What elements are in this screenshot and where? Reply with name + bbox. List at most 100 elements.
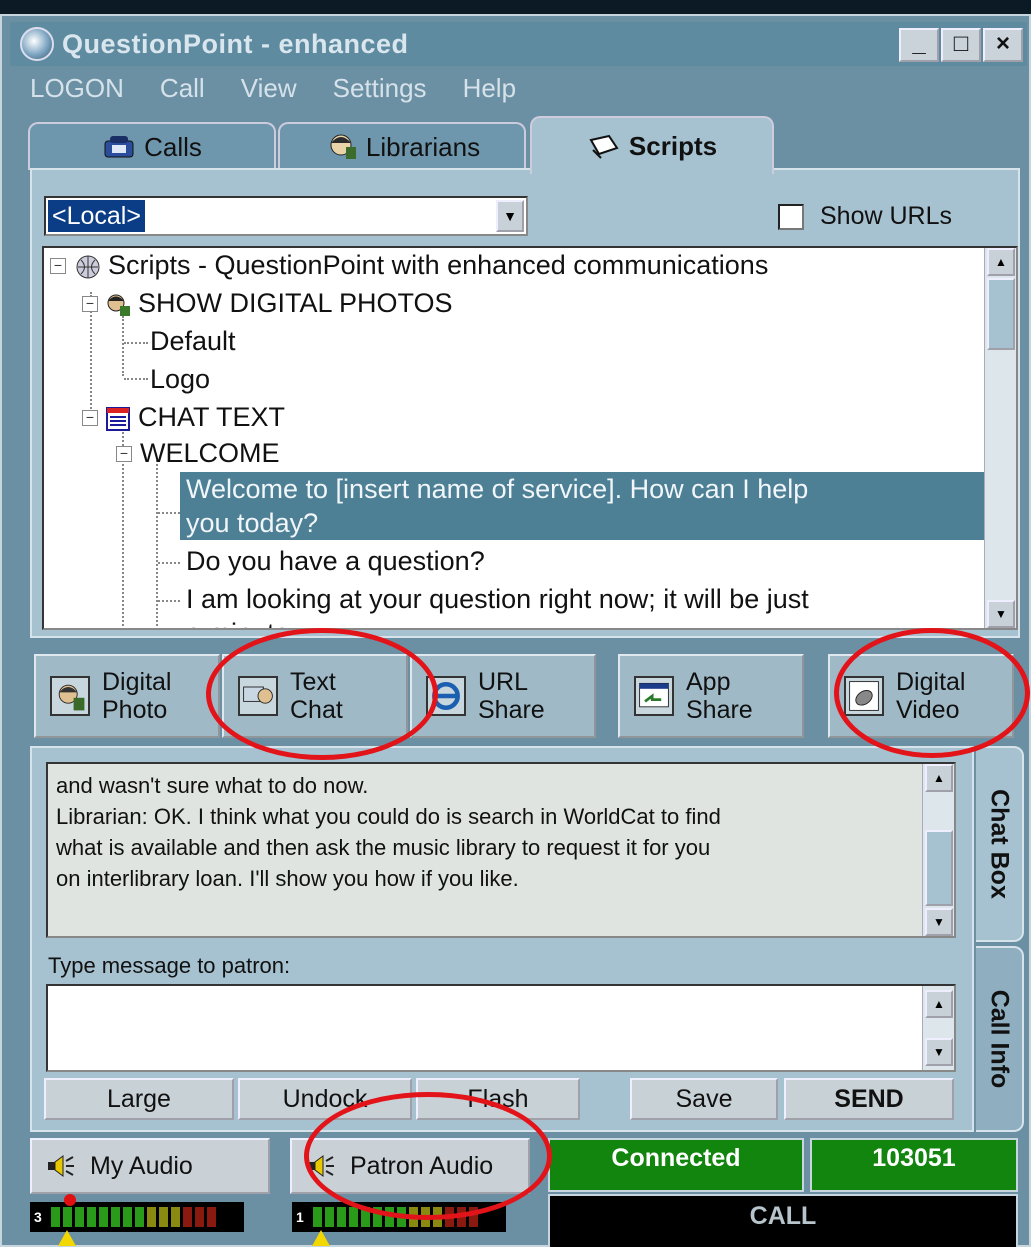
transcript-line: what is available and then ask the music… (56, 835, 711, 860)
tree-root[interactable]: Scripts - QuestionPoint with enhanced co… (74, 248, 768, 282)
text-chat-button[interactable]: Text Chat (222, 654, 408, 738)
tab-chat-box[interactable]: Chat Box (976, 746, 1024, 942)
level-marker-icon[interactable] (58, 1230, 76, 1246)
tree-item-looking[interactable]: I am looking at your question right now;… (186, 582, 809, 628)
tree-connector (122, 316, 124, 376)
undock-button[interactable]: Undock (238, 1078, 412, 1120)
tree-node-chat-text-label: CHAT TEXT (138, 402, 286, 432)
url-share-label: URL Share (478, 668, 545, 724)
video-icon (844, 676, 884, 716)
speaker-icon (48, 1155, 74, 1177)
chat-icon (238, 676, 278, 716)
photo-icon (50, 676, 90, 716)
tab-call-info[interactable]: Call Info (976, 946, 1024, 1132)
tree-item-looking-line2: a minute (186, 616, 809, 628)
tree-root-label: Scripts - QuestionPoint with enhanced co… (108, 250, 769, 280)
tool-buttons: Digital Photo Text Chat URL Share App Share … (30, 650, 1020, 742)
scripts-tree[interactable]: − Scripts - QuestionPoint with enhanced … (42, 246, 1018, 630)
message-input[interactable]: ▲ ▼ (46, 984, 956, 1072)
tree-node-show-photos[interactable]: SHOW DIGITAL PHOTOS (104, 286, 453, 320)
scroll-down-icon[interactable]: ▼ (925, 908, 953, 936)
browser-icon (426, 676, 466, 716)
scroll-thumb[interactable] (925, 830, 953, 906)
phone-icon (104, 136, 134, 158)
app-share-button[interactable]: App Share (618, 654, 804, 738)
url-share-button[interactable]: URL Share (410, 654, 596, 738)
show-urls-checkbox[interactable] (778, 203, 804, 230)
digital-photo-button[interactable]: Digital Photo (34, 654, 220, 738)
tree-scrollbar[interactable]: ▲ ▼ (984, 248, 1016, 628)
tab-calls[interactable]: Calls (28, 122, 276, 170)
tree-connector (158, 562, 180, 564)
transcript-line: and wasn't sure what to do now. (56, 773, 369, 798)
my-audio-label: My Audio (90, 1151, 193, 1180)
tree-connector (156, 460, 158, 628)
digital-photo-label: Digital Photo (102, 668, 172, 724)
menu-view[interactable]: View (241, 73, 297, 104)
scripts-panel: <Local> ▼ Show URLs − Scripts - Question… (30, 168, 1020, 638)
tab-scripts[interactable]: Scripts (530, 116, 774, 174)
menu-help[interactable]: Help (463, 73, 516, 104)
tab-call-info-label: Call Info (985, 989, 1014, 1089)
large-button[interactable]: Large (44, 1078, 234, 1120)
tree-item-welcome-line2: you today? (186, 508, 319, 538)
chat-transcript[interactable]: and wasn't sure what to do now. Libraria… (46, 762, 956, 938)
patron-audio-button[interactable]: Patron Audio (290, 1138, 530, 1194)
tab-librarians[interactable]: Librarians (278, 122, 526, 170)
chat-actions: Large Undock Flash Save SEND (44, 1078, 974, 1122)
call-button[interactable]: CALL (548, 1194, 1018, 1247)
tree-node-welcome[interactable]: WELCOME (140, 436, 280, 470)
level-marker-icon[interactable] (312, 1230, 330, 1246)
scripts-icon (589, 134, 619, 159)
menu-settings[interactable]: Settings (333, 73, 427, 104)
maximize-button[interactable]: □ (941, 28, 981, 62)
tree-collapse-icon[interactable]: − (116, 446, 132, 462)
tree-item-welcome-line1: Welcome to [insert name of service]. How… (186, 474, 809, 504)
scroll-up-icon[interactable]: ▲ (987, 248, 1015, 276)
scroll-up-icon[interactable]: ▲ (925, 990, 953, 1018)
chevron-down-icon[interactable]: ▼ (496, 200, 524, 232)
tree-item-logo[interactable]: Logo (150, 362, 210, 396)
tree-node-chat-text[interactable]: CHAT TEXT (104, 400, 285, 434)
close-button[interactable]: × (983, 28, 1023, 62)
photo-person-icon (107, 294, 130, 316)
document-icon (106, 406, 130, 431)
save-button[interactable]: Save (630, 1078, 778, 1120)
scroll-thumb[interactable] (987, 278, 1015, 350)
message-scrollbar[interactable]: ▲ ▼ (922, 986, 954, 1070)
minimize-button[interactable]: _ (899, 28, 939, 62)
window-title: QuestionPoint - enhanced (62, 28, 409, 59)
connection-status: Connected (548, 1138, 804, 1192)
tree-item-question[interactable]: Do you have a question? (186, 544, 485, 578)
scroll-down-icon[interactable]: ▼ (987, 600, 1015, 628)
scroll-up-icon[interactable]: ▲ (925, 764, 953, 792)
flash-button[interactable]: Flash (416, 1078, 580, 1120)
my-audio-button[interactable]: My Audio (30, 1138, 270, 1194)
transcript-text: and wasn't sure what to do now. Libraria… (56, 770, 914, 894)
tree-connector (124, 342, 148, 344)
questionpoint-window: QuestionPoint - enhanced _ □ × LOGON Cal… (0, 14, 1031, 1247)
digital-video-label: Digital Video (896, 668, 966, 724)
tab-scripts-label: Scripts (628, 130, 718, 161)
tab-strip: Calls Librarians Scripts (28, 116, 788, 174)
show-urls-label: Show URLs (820, 202, 952, 230)
tree-item-welcome-script[interactable]: Welcome to [insert name of service]. How… (180, 472, 986, 540)
send-button[interactable]: SEND (784, 1078, 954, 1120)
tree-item-default[interactable]: Default (150, 324, 236, 358)
menu-logon[interactable]: LOGON (30, 73, 124, 104)
tab-chat-box-label: Chat Box (985, 789, 1014, 899)
menu-call[interactable]: Call (160, 73, 205, 104)
script-source-select[interactable]: <Local> ▼ (44, 196, 528, 236)
tree-collapse-icon[interactable]: − (82, 296, 98, 312)
patron-audio-meter: 1 (292, 1202, 506, 1232)
show-urls-toggle[interactable]: Show URLs (778, 202, 952, 231)
transcript-scrollbar[interactable]: ▲ ▼ (922, 764, 954, 936)
tree-item-looking-line1: I am looking at your question right now;… (186, 584, 809, 614)
digital-video-button[interactable]: Digital Video (828, 654, 1014, 738)
tree-collapse-icon[interactable]: − (82, 410, 98, 426)
scroll-down-icon[interactable]: ▼ (925, 1038, 953, 1066)
globe-icon (20, 27, 54, 61)
transcript-line: on interlibrary loan. I'll show you how … (56, 866, 519, 891)
title-bar: QuestionPoint - enhanced _ □ × (10, 22, 1027, 66)
tree-collapse-icon[interactable]: − (50, 258, 66, 274)
